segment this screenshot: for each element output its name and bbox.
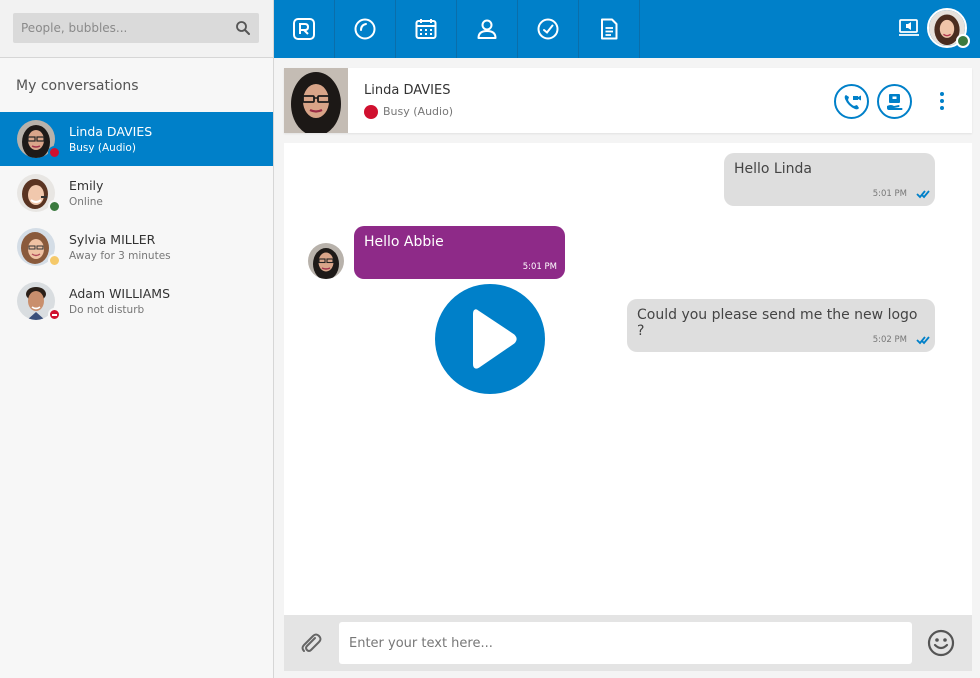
share-desktop-icon	[886, 93, 902, 110]
message-list[interactable]: Hello Linda 5:01 PM Hello Abbie 5:01 PM …	[284, 143, 972, 615]
sidebar: My conversations Linda DAVIES Busy (Audi…	[0, 0, 274, 678]
contact-status: Busy (Audio)	[383, 105, 454, 118]
top-navigation-bar	[274, 0, 980, 58]
play-icon	[473, 309, 517, 369]
conversation-name: Sylvia MILLER	[69, 232, 156, 247]
conversation-header: Linda DAVIES Busy (Audio)	[284, 68, 972, 133]
read-receipt-icon	[916, 190, 930, 199]
conversation-name: Adam WILLIAMS	[69, 286, 171, 301]
conversation-item-sylvia[interactable]: Sylvia MILLER Away for 3 minutes	[0, 220, 273, 274]
share-button[interactable]	[877, 84, 912, 119]
screen-share-icon[interactable]	[898, 17, 920, 39]
conversation-status: Away for 3 minutes	[69, 250, 171, 262]
search-box	[13, 13, 259, 43]
message-time: 5:01 PM	[872, 189, 907, 199]
message-time: 5:02 PM	[872, 335, 907, 345]
message-composer	[284, 615, 972, 671]
conversation-status: Busy (Audio)	[69, 142, 136, 154]
contact-name: Linda DAVIES	[364, 83, 451, 98]
play-video-button[interactable]	[435, 284, 545, 394]
paperclip-icon[interactable]	[298, 630, 324, 656]
search-bar	[0, 0, 273, 58]
presence-indicator	[48, 146, 61, 159]
do-not-disturb-icon	[48, 308, 61, 321]
search-icon[interactable]	[235, 20, 251, 36]
tab-contacts[interactable]	[457, 0, 518, 58]
contacts-icon	[477, 19, 497, 39]
phone-video-icon	[844, 94, 861, 109]
read-receipt-icon	[916, 336, 930, 345]
section-title: My conversations	[16, 78, 139, 94]
calendar-icon	[415, 19, 437, 39]
conversation-status: Online	[69, 196, 103, 208]
conversation-status: Do not disturb	[69, 304, 145, 316]
tab-notes[interactable]	[579, 0, 640, 58]
presence-indicator	[48, 200, 61, 213]
dashboard-icon	[537, 18, 559, 40]
notes-icon	[601, 18, 618, 40]
message-input[interactable]	[339, 622, 912, 664]
conversation-item-adam[interactable]: Adam WILLIAMS Do not disturb	[0, 274, 273, 328]
conversation-item-linda[interactable]: Linda DAVIES Busy (Audio)	[0, 112, 273, 166]
recent-icon	[354, 18, 376, 40]
call-button[interactable]	[834, 84, 869, 119]
tab-calendar[interactable]	[396, 0, 457, 58]
message-text: Hello Linda	[734, 161, 812, 177]
search-input[interactable]	[13, 13, 223, 43]
conversation-item-emily[interactable]: Emily Online	[0, 166, 273, 220]
message-bubble-incoming[interactable]: Hello Abbie 5:01 PM	[354, 226, 565, 279]
message-bubble-outgoing[interactable]: Hello Linda 5:01 PM	[724, 153, 935, 206]
message-text: Hello Abbie	[364, 234, 444, 250]
presence-indicator	[956, 34, 970, 48]
conversation-name: Linda DAVIES	[69, 124, 153, 139]
sender-avatar	[308, 243, 344, 279]
message-bubble-outgoing[interactable]: Could you please send me the new logo ? …	[627, 299, 935, 352]
more-options-icon[interactable]	[936, 90, 948, 112]
tab-dashboard[interactable]	[518, 0, 579, 58]
message-time: 5:01 PM	[522, 262, 557, 272]
contact-photo[interactable]	[284, 68, 348, 133]
presence-indicator	[364, 105, 378, 119]
rainbow-logo-icon	[293, 18, 315, 40]
conversation-name: Emily	[69, 178, 104, 193]
tab-recent[interactable]	[335, 0, 396, 58]
emoji-icon[interactable]	[926, 628, 956, 658]
tab-rainbow[interactable]	[274, 0, 335, 58]
presence-indicator	[48, 254, 61, 267]
